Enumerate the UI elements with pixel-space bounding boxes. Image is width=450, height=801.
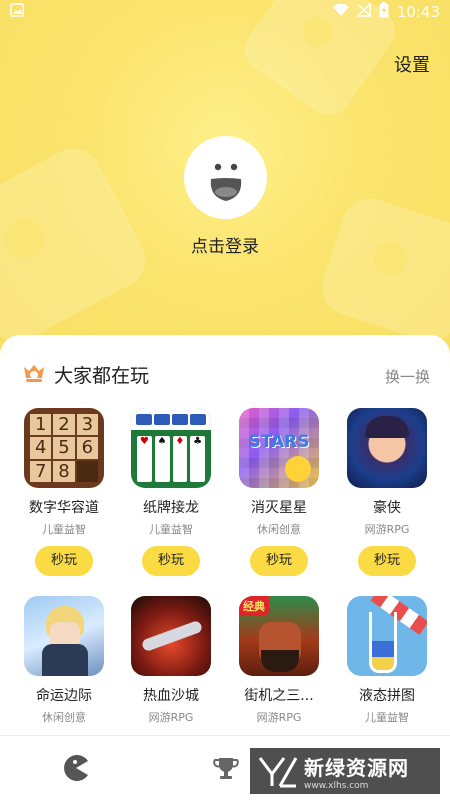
trophy-icon: [213, 758, 239, 779]
decorative-shape: [314, 191, 450, 349]
game-item[interactable]: 液态拼图 儿童益智: [333, 596, 441, 725]
watermark: 新绿资源网 www.xlhs.com: [250, 748, 440, 794]
game-item[interactable]: 1 2 3 4 5 6 7 8 数字华容道 儿童益智 秒玩: [10, 408, 118, 576]
game-category: 儿童益智: [149, 523, 193, 536]
puzzle-tile: 6: [76, 437, 98, 459]
game-category: 儿童益智: [365, 711, 409, 724]
game-item[interactable]: 经典 街机之三... 网游RPG: [225, 596, 333, 725]
game-item[interactable]: STARS 消灭星星 休闲创意 秒玩: [225, 408, 333, 576]
play-button[interactable]: 秒玩: [142, 546, 200, 576]
game-name: 命运边际: [36, 688, 92, 704]
game-name: 消灭星星: [251, 500, 307, 516]
game-item[interactable]: 热血沙城 网游RPG: [117, 596, 225, 725]
game-category: 网游RPG: [364, 523, 410, 536]
number-puzzle-icon[interactable]: 1 2 3 4 5 6 7 8: [24, 408, 104, 488]
solitaire-icon[interactable]: ♥ ♠ ♦ ♣: [131, 408, 211, 488]
puzzle-tile: 4: [30, 437, 52, 459]
puzzle-tile: 1: [30, 414, 52, 436]
pop-stars-icon[interactable]: STARS: [239, 408, 319, 488]
login-link[interactable]: 点击登录: [0, 232, 450, 257]
puzzle-empty-tile: [76, 460, 98, 482]
battery-charging-icon: [379, 2, 389, 22]
puzzle-tile: 8: [53, 460, 75, 482]
liquid-puzzle-icon[interactable]: [347, 596, 427, 676]
fate-icon[interactable]: [24, 596, 104, 676]
arcade-three-icon[interactable]: 经典: [239, 596, 319, 676]
nav-ranking-tab[interactable]: [212, 754, 240, 786]
nav-games-tab[interactable]: [62, 754, 90, 786]
watermark-logo-icon: [258, 757, 298, 788]
pop-stars-logo-text: STARS: [248, 432, 310, 452]
watermark-subtext: www.xlhs.com: [304, 780, 369, 791]
game-category: 儿童益智: [42, 523, 86, 536]
game-name: 街机之三...: [244, 688, 314, 704]
game-name: 豪侠: [373, 500, 401, 516]
section-header: 大家都在玩: [22, 361, 149, 388]
wifi-icon: [332, 3, 349, 21]
avatar[interactable]: [184, 136, 267, 219]
no-signal-icon: [355, 2, 371, 21]
game-item[interactable]: 豪侠 网游RPG 秒玩: [333, 408, 441, 576]
play-button[interactable]: 秒玩: [250, 546, 308, 576]
game-category: 网游RPG: [148, 711, 194, 724]
play-button[interactable]: 秒玩: [35, 546, 93, 576]
puzzle-tile: 7: [30, 460, 52, 482]
game-category: 休闲创意: [257, 523, 301, 536]
popular-games-card: 大家都在玩 换一换 1 2 3 4 5 6 7 8 数字华容道 儿童益智 秒玩: [0, 335, 450, 735]
game-category: 网游RPG: [256, 711, 302, 724]
puzzle-tile: 2: [53, 414, 75, 436]
avatar-face-icon: [210, 163, 241, 201]
game-item[interactable]: 命运边际 休闲创意: [10, 596, 118, 725]
image-notification-icon: [10, 3, 24, 21]
game-category: 休闲创意: [42, 711, 86, 724]
hero-icon[interactable]: [347, 408, 427, 488]
refresh-button[interactable]: 换一换: [385, 366, 430, 387]
game-item[interactable]: ♥ ♠ ♦ ♣ 纸牌接龙 儿童益智 秒玩: [117, 408, 225, 576]
game-name: 热血沙城: [143, 688, 199, 704]
pacman-icon: [64, 755, 88, 781]
play-button[interactable]: 秒玩: [358, 546, 416, 576]
settings-button[interactable]: 设置: [394, 51, 430, 77]
sand-city-icon[interactable]: [131, 596, 211, 676]
crown-icon: [22, 362, 46, 388]
game-name: 纸牌接龙: [143, 500, 199, 516]
game-name: 数字华容道: [29, 500, 99, 516]
puzzle-tile: 5: [53, 437, 75, 459]
section-title: 大家都在玩: [54, 365, 150, 387]
clock: 10:43: [396, 3, 440, 21]
classic-badge: 经典: [239, 596, 269, 616]
status-bar: 10:43: [0, 0, 450, 24]
puzzle-tile: 3: [76, 414, 98, 436]
watermark-text: 新绿资源网: [304, 755, 409, 780]
game-name: 液态拼图: [359, 688, 415, 704]
